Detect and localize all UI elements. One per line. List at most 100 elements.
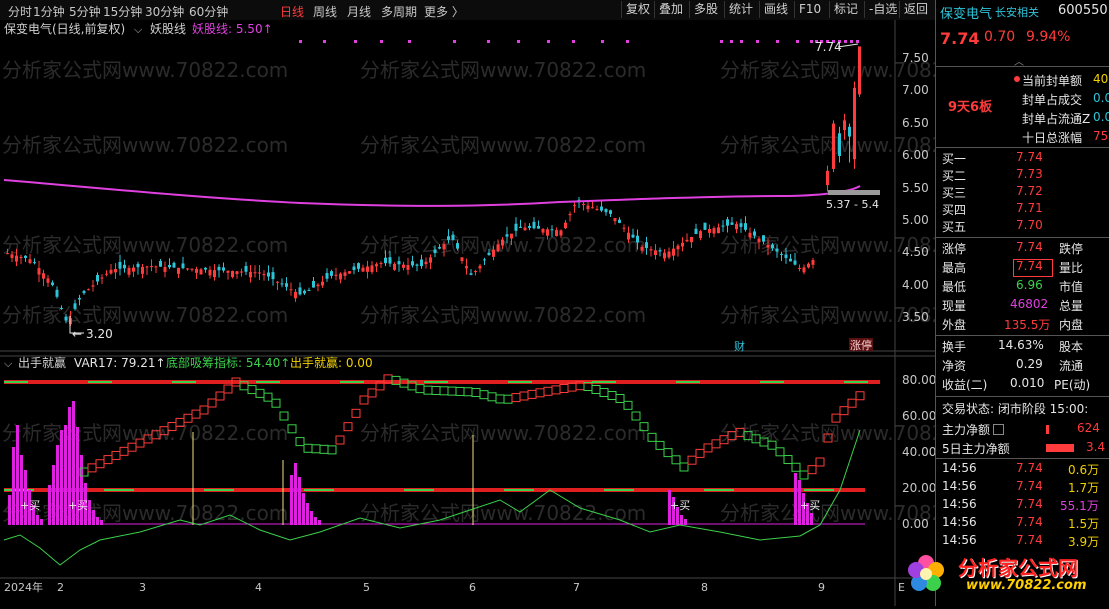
xtick: 8 — [701, 581, 708, 594]
candle-body — [636, 235, 639, 243]
tab-1min[interactable]: 1分钟 — [33, 3, 65, 20]
seal-row: 封单占成交 0.0 — [936, 91, 1109, 109]
tab-15min[interactable]: 15分钟 — [103, 3, 142, 20]
price-row: 7.74 0.70 9.94% — [936, 29, 1109, 51]
watermark: 分析家公式网www.70822.com — [360, 421, 646, 445]
candle-body — [483, 259, 486, 261]
candle-body — [717, 227, 720, 234]
candle-body — [442, 244, 446, 250]
tab-weekly[interactable]: 周线 — [313, 3, 337, 20]
candle-body — [343, 272, 347, 276]
ytick: 0.00 — [902, 517, 929, 531]
signal-dot — [730, 40, 733, 43]
histogram-bar — [12, 447, 15, 525]
dibu-value: 底部吸筹指标: 54.40↑ — [166, 355, 290, 370]
stat-label: 跌停 — [1059, 242, 1084, 256]
candle-body — [15, 255, 18, 262]
related-link[interactable]: 长安相关 — [995, 4, 1039, 20]
tab-monthly[interactable]: 月线 — [347, 3, 371, 20]
candle-body — [267, 272, 270, 277]
tick-vol: 0.6万 — [1068, 463, 1100, 477]
ytick: 4.50 — [902, 245, 929, 259]
signal-dot — [601, 40, 604, 43]
bid-row[interactable]: 买二 7.73 — [936, 167, 1109, 185]
signal-dot — [856, 40, 859, 43]
var17-value: VAR17: 79.21↑ — [74, 356, 166, 370]
histogram-bar — [310, 511, 313, 525]
status-text: 交易状态: 闭市阶段 15:00: — [942, 402, 1089, 416]
candle-body — [163, 266, 167, 272]
list-icon[interactable] — [993, 424, 1004, 435]
zhangting-badge[interactable]: 涨停 — [850, 338, 872, 352]
candle-body — [640, 246, 644, 251]
candle-body — [559, 230, 563, 236]
candle-body — [321, 281, 324, 286]
xtick: 7 — [573, 581, 580, 594]
chevron-down-icon[interactable]: ⌵ — [4, 357, 13, 370]
tick-time: 14:56 — [942, 497, 977, 511]
candle-body — [858, 46, 861, 95]
candle-body — [195, 269, 198, 273]
candle-body — [826, 170, 829, 186]
candle-body — [838, 133, 841, 156]
stat-value: 7.74 — [1016, 259, 1043, 273]
trade-status: 交易状态: 闭市阶段 15:00: — [936, 400, 1109, 418]
bid-row[interactable]: 买三 7.72 — [936, 184, 1109, 202]
multi-stock-button[interactable]: 多股 — [689, 1, 722, 18]
candle-body — [564, 222, 567, 229]
fund-value: 624 — [1077, 421, 1100, 435]
stat-label: 换手 — [942, 340, 967, 354]
tab-30min[interactable]: 30分钟 — [145, 3, 184, 20]
tab-60min[interactable]: 60分钟 — [189, 3, 228, 20]
chushou-value: 出手就赢: 0.00 — [290, 355, 373, 370]
chevron-down-icon[interactable]: ⌵ — [134, 23, 143, 36]
stock-name[interactable]: 保变电气 — [940, 3, 992, 22]
ytick: 7.50 — [902, 51, 929, 65]
candle-body — [456, 243, 459, 249]
stats-button[interactable]: 统计 — [724, 1, 757, 18]
f10-button[interactable]: F10 — [794, 1, 825, 18]
cai-badge[interactable]: 财 — [734, 339, 745, 353]
tab-fenshi[interactable]: 分时 — [8, 3, 32, 20]
tab-more[interactable]: 更多 〉 — [424, 3, 464, 20]
candle-body — [78, 297, 81, 300]
overlay-button[interactable]: 叠加 — [654, 1, 687, 18]
bid-row[interactable]: 买五 7.70 — [936, 218, 1109, 236]
candle-body — [510, 233, 513, 239]
candle-body — [753, 231, 756, 236]
chart-svg[interactable]: 分析家公式网www.70822.com 分析家公式网www.70822.com … — [0, 20, 1006, 606]
draw-line-button[interactable]: 画线 — [759, 1, 792, 18]
candle-body — [667, 251, 671, 258]
histogram-bar — [810, 513, 813, 525]
bid-row[interactable]: 买四 7.71 — [936, 201, 1109, 219]
fuquan-button[interactable]: 复权 — [621, 1, 654, 18]
histogram-bar — [88, 500, 91, 525]
xtick: 2024年 — [4, 580, 43, 594]
candle-body — [24, 255, 27, 259]
candle-body — [298, 287, 302, 295]
candle-body — [780, 253, 783, 255]
tab-multi-period[interactable]: 多周期 — [381, 3, 417, 20]
mark-button[interactable]: 标记 — [829, 1, 862, 18]
histogram-bar — [64, 425, 67, 525]
histogram-bar — [40, 519, 43, 525]
bid-row[interactable]: 买一 7.74 — [936, 150, 1109, 168]
candle-body — [42, 273, 45, 279]
candle-body — [352, 266, 356, 271]
chart-area[interactable]: 分析家公式网www.70822.com 分析家公式网www.70822.com … — [0, 20, 1006, 606]
tab-daily[interactable]: 日线 — [280, 3, 304, 20]
candle-body — [699, 231, 702, 238]
favorite-button[interactable]: -自选 — [864, 1, 901, 18]
candle-body — [474, 271, 477, 273]
tab-5min[interactable]: 5分钟 — [69, 3, 101, 20]
bid-label: 买二 — [942, 169, 967, 183]
candle-body — [843, 120, 846, 131]
candle-body — [654, 250, 657, 256]
stock-header: 保变电气 长安相关 600550 — [936, 3, 1109, 22]
candle-body — [289, 289, 293, 291]
histogram-bar — [290, 475, 293, 525]
back-button[interactable]: 返回 — [899, 1, 932, 18]
candle-body — [757, 238, 761, 243]
candle-body — [537, 226, 540, 229]
candle-body — [46, 278, 50, 283]
